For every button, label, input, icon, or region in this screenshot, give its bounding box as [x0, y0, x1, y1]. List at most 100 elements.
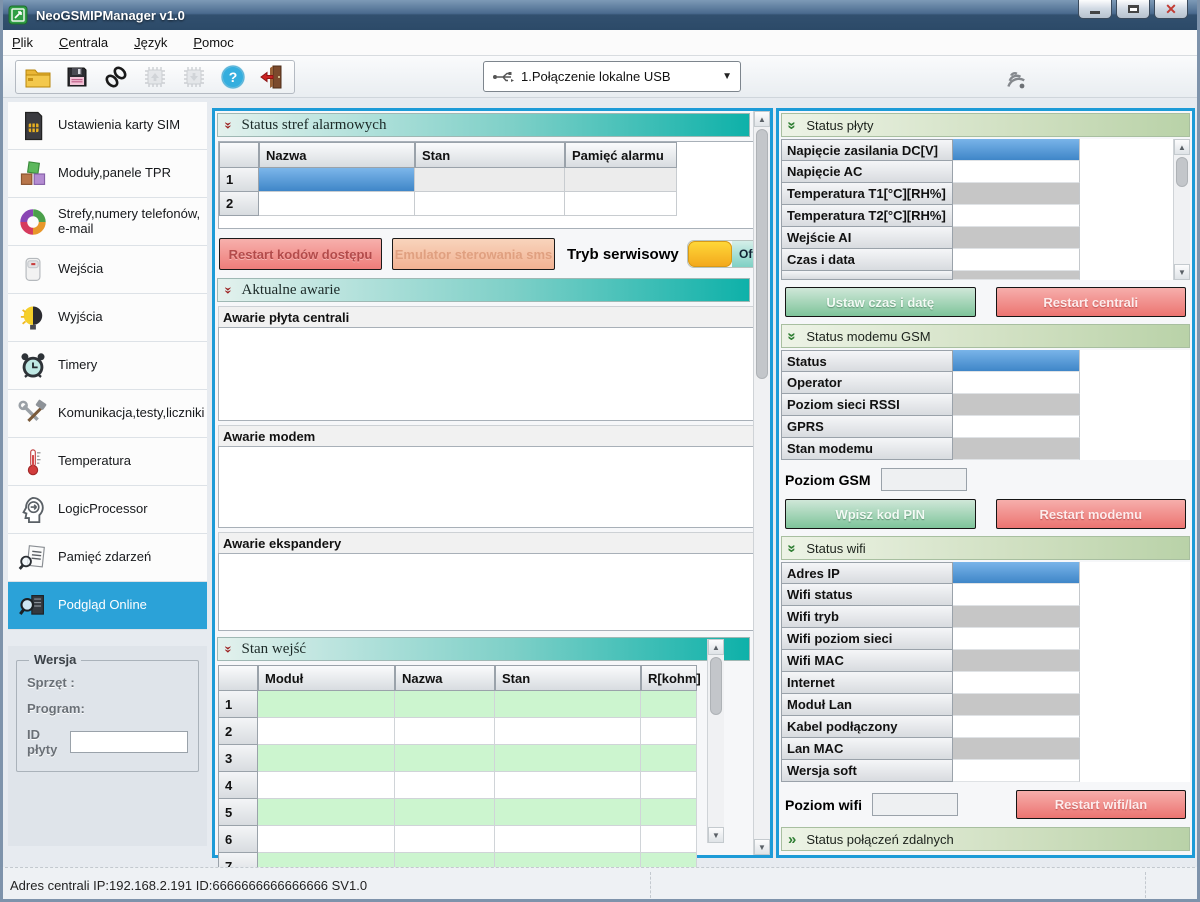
wifi-section-header[interactable]: » Status wifi	[781, 536, 1190, 560]
wifi-row-value[interactable]	[953, 606, 1080, 628]
inputs-cell[interactable]	[495, 772, 641, 799]
zones-cell-pamiec[interactable]	[565, 192, 677, 216]
enter-pin-button[interactable]: Wpisz kod PIN	[785, 499, 976, 529]
restart-central-button[interactable]: Restart centrali	[996, 287, 1187, 317]
wifi-row-value[interactable]	[953, 716, 1080, 738]
wifi-row-value[interactable]	[953, 628, 1080, 650]
board-table-scrollbar[interactable]: ▲ ▼	[1173, 139, 1190, 280]
sms-emulator-button[interactable]: Emulator sterowania sms	[392, 238, 555, 270]
close-button[interactable]: ✕	[1154, 0, 1188, 19]
scroll-down-icon[interactable]: ▼	[754, 839, 770, 855]
wifi-row-value[interactable]	[953, 672, 1080, 694]
inputs-cell[interactable]	[641, 745, 697, 772]
zones-col-nazwa[interactable]: Nazwa	[259, 142, 415, 168]
restart-modem-button[interactable]: Restart modemu	[996, 499, 1187, 529]
menu-plik[interactable]: Plik	[12, 35, 33, 50]
help-button[interactable]: ?	[218, 62, 248, 92]
wifi-row-value[interactable]	[953, 584, 1080, 606]
menu-jezyk[interactable]: Język	[134, 35, 167, 50]
scroll-down-icon[interactable]: ▼	[1174, 264, 1190, 280]
scrollbar-thumb[interactable]	[1176, 157, 1188, 187]
inputs-col-rkohm[interactable]: R[kohm]	[641, 665, 697, 691]
board-row-value[interactable]	[953, 227, 1080, 249]
inputs-cell[interactable]	[641, 772, 697, 799]
board-row-value[interactable]	[953, 249, 1080, 271]
sidebar-item-temperature[interactable]: Temperatura	[8, 438, 207, 486]
inputs-cell[interactable]	[495, 691, 641, 718]
board-section-header[interactable]: » Status płyty	[781, 113, 1190, 137]
zones-cell-nazwa[interactable]	[259, 192, 415, 216]
exit-button[interactable]	[257, 62, 287, 92]
zones-col-stan[interactable]: Stan	[415, 142, 565, 168]
sidebar-item-online-preview[interactable]: Podgląd Online	[8, 582, 207, 630]
inputs-cell[interactable]	[395, 718, 495, 745]
zones-cell-nazwa[interactable]	[259, 168, 415, 192]
faults-section-header[interactable]: » Aktualne awarie	[217, 278, 750, 302]
scrollbar-thumb[interactable]	[710, 657, 722, 715]
wifi-level-input[interactable]	[872, 793, 958, 816]
inputs-cell[interactable]	[495, 826, 641, 853]
gsm-row-value[interactable]	[953, 438, 1080, 460]
open-file-button[interactable]	[23, 62, 53, 92]
firmware-upload-button[interactable]	[140, 62, 170, 92]
gsm-row-value[interactable]	[953, 394, 1080, 416]
connect-button[interactable]	[101, 62, 131, 92]
inputs-cell[interactable]	[495, 799, 641, 826]
scroll-up-icon[interactable]: ▲	[708, 639, 724, 655]
inputs-section-header[interactable]: » Stan wejść	[217, 637, 750, 661]
board-faults-box[interactable]	[218, 327, 767, 421]
zones-cell-pamiec[interactable]	[565, 168, 677, 192]
inputs-cell[interactable]	[495, 718, 641, 745]
sidebar-item-communication[interactable]: Komunikacja,testy,liczniki	[8, 390, 207, 438]
zones-cell-stan[interactable]	[415, 168, 565, 192]
set-time-button[interactable]: Ustaw czas i datę	[785, 287, 976, 317]
sidebar-item-timers[interactable]: Timery	[8, 342, 207, 390]
inputs-cell[interactable]	[395, 799, 495, 826]
restart-wifi-lan-button[interactable]: Restart wifi/lan	[1016, 790, 1186, 819]
menu-pomoc[interactable]: Pomoc	[193, 35, 233, 50]
gsm-section-header[interactable]: » Status modemu GSM	[781, 324, 1190, 348]
board-row-value[interactable]	[953, 183, 1080, 205]
inputs-cell[interactable]	[395, 772, 495, 799]
inputs-cell[interactable]	[641, 718, 697, 745]
inputs-cell[interactable]	[641, 799, 697, 826]
gsm-level-input[interactable]	[881, 468, 967, 491]
scrollbar-thumb[interactable]	[756, 129, 768, 379]
zones-cell-stan[interactable]	[415, 192, 565, 216]
remote-section-header[interactable]: » Status połączeń zdalnych	[781, 827, 1190, 851]
inputs-cell[interactable]	[641, 826, 697, 853]
statusbar-resize-grip[interactable]	[1145, 872, 1146, 898]
board-id-input[interactable]	[70, 731, 188, 753]
wifi-row-value[interactable]	[953, 650, 1080, 672]
sidebar-item-sim[interactable]: Ustawienia karty SIM	[8, 102, 207, 150]
sidebar-item-zones[interactable]: Strefy,numery telefonów, e-mail	[8, 198, 207, 246]
inputs-table-scrollbar[interactable]: ▲ ▼	[707, 639, 724, 843]
menu-centrala[interactable]: Centrala	[59, 35, 108, 50]
inputs-cell[interactable]	[258, 826, 395, 853]
gsm-row-value[interactable]	[953, 416, 1080, 438]
inputs-cell[interactable]	[395, 745, 495, 772]
board-row-value[interactable]	[953, 139, 1080, 161]
inputs-cell[interactable]	[395, 691, 495, 718]
wifi-row-value[interactable]	[953, 562, 1080, 584]
gsm-row-value[interactable]	[953, 350, 1080, 372]
inputs-cell[interactable]	[258, 799, 395, 826]
zones-col-pamiec[interactable]: Pamięć alarmu	[565, 142, 677, 168]
zones-section-header[interactable]: » Status stref alarmowych	[217, 113, 750, 137]
inputs-col-modul[interactable]: Moduł	[258, 665, 395, 691]
scroll-up-icon[interactable]: ▲	[1174, 139, 1190, 155]
scroll-down-icon[interactable]: ▼	[708, 827, 724, 843]
inputs-cell[interactable]	[258, 691, 395, 718]
wifi-row-value[interactable]	[953, 760, 1080, 782]
minimize-button[interactable]	[1078, 0, 1112, 19]
inputs-cell[interactable]	[395, 826, 495, 853]
center-panel-scrollbar[interactable]: ▲ ▼	[753, 111, 770, 855]
maximize-button[interactable]	[1116, 0, 1150, 19]
firmware-download-button[interactable]	[179, 62, 209, 92]
expander-faults-box[interactable]	[218, 553, 767, 631]
gsm-row-value[interactable]	[953, 372, 1080, 394]
sidebar-item-outputs[interactable]: Wyjścia	[8, 294, 207, 342]
sidebar-item-event-memory[interactable]: Pamięć zdarzeń	[8, 534, 207, 582]
save-button[interactable]	[62, 62, 92, 92]
board-row-value[interactable]	[953, 205, 1080, 227]
